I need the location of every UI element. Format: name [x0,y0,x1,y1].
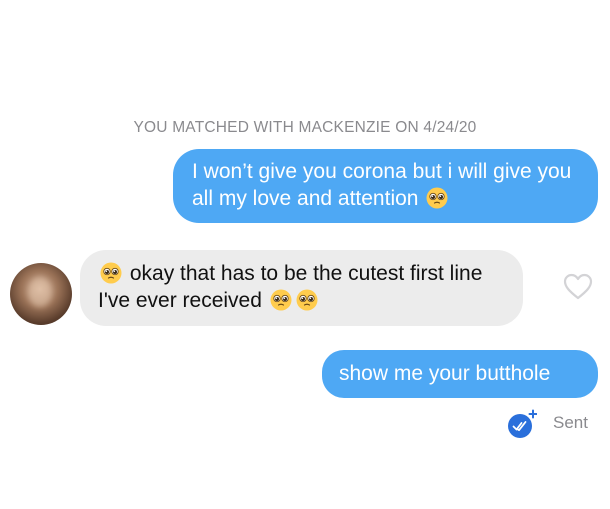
message-bubble-incoming[interactable]: okay that has to be the cutest first lin… [80,250,523,326]
sent-status-label: Sent [553,413,588,432]
message-bubble-outgoing[interactable]: show me your butthole [322,350,598,398]
double-check-icon[interactable] [507,409,537,439]
pleading-face-icon [296,289,318,311]
message-bubble-outgoing[interactable]: I won’t give you corona but i will give … [173,149,598,223]
match-avatar[interactable] [10,263,72,325]
pleading-face-icon [100,262,122,284]
message-text: show me your butthole [339,362,551,385]
heart-icon[interactable] [563,273,593,301]
message-text: I won’t give you corona but i will give … [192,160,572,210]
match-banner: YOU MATCHED WITH MACKENZIE ON 4/24/20 [133,119,477,136]
pleading-face-icon [426,187,448,209]
pleading-face-icon [270,289,292,311]
